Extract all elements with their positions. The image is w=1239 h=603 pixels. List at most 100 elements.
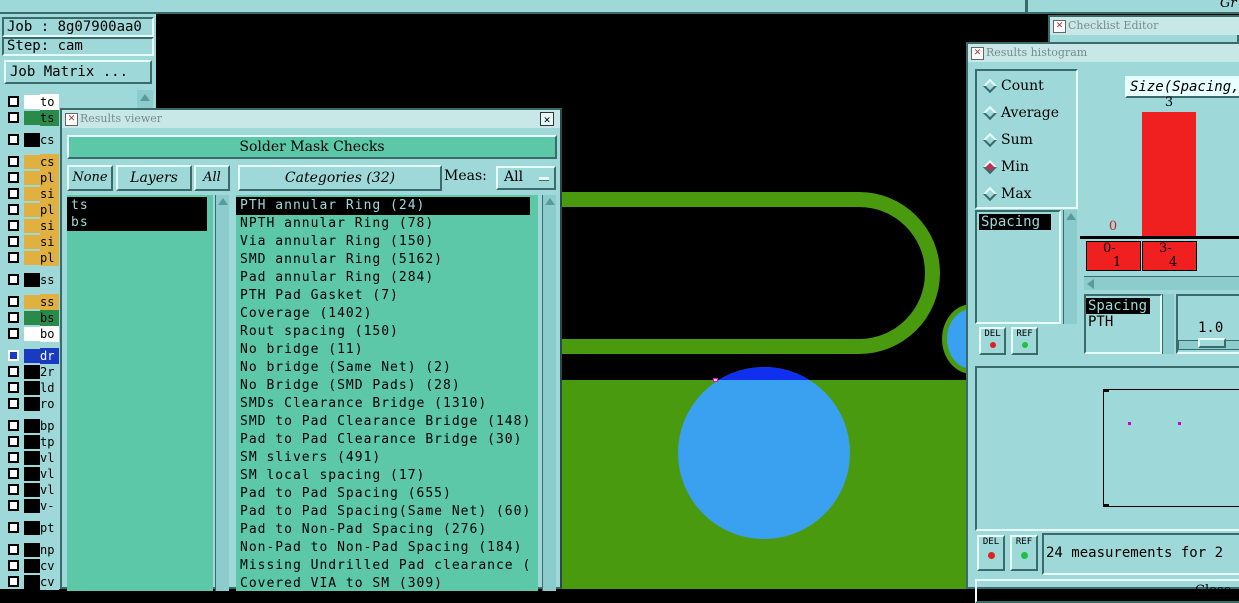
mode-option[interactable]: Max (982, 185, 1073, 205)
category-item[interactable]: NPTH annular Ring (78) (236, 215, 538, 233)
close-icon[interactable]: ✕ (540, 112, 554, 126)
category-item[interactable]: SM local spacing (17) (236, 467, 538, 485)
categories-scrollbar[interactable] (542, 195, 556, 591)
layer-row[interactable]: ts (3, 110, 59, 126)
layer-label[interactable]: cv (40, 574, 59, 590)
layer-label[interactable]: pl (40, 170, 59, 186)
layer-row[interactable]: ld (3, 380, 59, 396)
category-item[interactable]: SMD to Pad Clearance Bridge (148) (236, 413, 538, 431)
results-viewer-titlebar[interactable]: ✕ Results viewer (62, 110, 560, 128)
layer-row[interactable]: pl (3, 170, 59, 186)
layer-row[interactable]: tp (3, 434, 59, 450)
layer-row[interactable]: pl (3, 250, 59, 266)
scroll-up-icon[interactable] (217, 198, 228, 205)
layer-row[interactable]: v- (3, 498, 59, 514)
window-menu-icon[interactable]: ✕ (65, 113, 78, 126)
radio-button[interactable] (982, 132, 998, 148)
layer-row[interactable]: si (3, 218, 59, 234)
layer-checkbox[interactable] (8, 522, 19, 533)
layer-label[interactable]: ts (40, 110, 59, 126)
layer-checkbox[interactable] (8, 468, 19, 479)
scroll-up-icon[interactable] (544, 198, 555, 205)
layer-checkbox[interactable] (8, 252, 19, 263)
category-item[interactable]: SMD annular Ring (5162) (236, 251, 538, 269)
layer-label[interactable]: vl (40, 466, 59, 482)
category-item[interactable]: Via annular Ring (150) (236, 233, 538, 251)
layer-checkbox[interactable] (8, 436, 19, 447)
layer-row[interactable]: vl (3, 450, 59, 466)
category-item[interactable]: PTH Pad Gasket (7) (236, 287, 538, 305)
cad-canvas[interactable] (560, 14, 970, 589)
category-item[interactable]: PTH annular Ring (24) (236, 197, 530, 215)
layer-row[interactable]: vl (3, 466, 59, 482)
layer-row[interactable]: vl (3, 482, 59, 498)
layer-row[interactable]: bp (3, 418, 59, 434)
bin-label[interactable]: 3- 4 (1142, 241, 1197, 271)
layer-label[interactable]: 2r (40, 364, 59, 380)
layer-label[interactable]: vl (40, 450, 59, 466)
category-item[interactable]: Coverage (1402) (236, 305, 538, 323)
layer-label[interactable]: bp (40, 418, 59, 434)
slider-thumb[interactable] (1198, 338, 1226, 348)
window-menu-icon[interactable]: ✕ (971, 47, 984, 60)
layer-list-item[interactable]: bs (67, 214, 207, 231)
layer-label[interactable]: to (40, 94, 59, 110)
all-button[interactable]: All (194, 165, 230, 191)
layer-row[interactable]: to (3, 94, 59, 110)
histogram-hscroll[interactable] (1084, 276, 1239, 290)
histogram-titlebar[interactable]: ✕ Results histogram (968, 44, 1239, 62)
layer-checkbox[interactable] (8, 544, 19, 555)
layer-row[interactable]: cs (3, 132, 59, 148)
layer-row[interactable]: pl (3, 202, 59, 218)
layer-row[interactable]: cs (3, 154, 59, 170)
radio-button[interactable] (982, 78, 998, 94)
layer-label[interactable]: ld (40, 380, 59, 396)
layer-list-item[interactable]: ts (67, 197, 207, 214)
histogram-bar[interactable] (1142, 112, 1196, 236)
pth-item[interactable]: PTH (1086, 314, 1160, 330)
category-item[interactable]: Pad to Pad Spacing (655) (236, 485, 538, 503)
layer-checkbox[interactable] (8, 312, 19, 323)
layer-checkbox[interactable] (8, 296, 19, 307)
layer-row[interactable]: bo (3, 326, 59, 342)
radio-button[interactable] (982, 186, 998, 202)
layer-row[interactable]: ss (3, 294, 59, 310)
categories-button[interactable]: Categories (32) (238, 165, 442, 191)
layer-label[interactable]: si (40, 234, 59, 250)
layer-checkbox[interactable] (8, 236, 19, 247)
layer-checkbox[interactable] (8, 366, 19, 377)
category-item[interactable]: Pad to Non-Pad Spacing (276) (236, 521, 538, 539)
spacing-item[interactable]: Spacing (1086, 298, 1150, 314)
layer-row[interactable]: si (3, 234, 59, 250)
layer-label[interactable]: cs (40, 132, 59, 148)
layer-row[interactable]: cv (3, 558, 59, 574)
layers-button[interactable]: Layers (116, 165, 192, 191)
layer-label[interactable]: dr (40, 348, 59, 364)
layer-label[interactable]: np (40, 542, 59, 558)
category-item[interactable]: No bridge (11) (236, 341, 538, 359)
job-matrix-button[interactable]: Job Matrix ... (4, 60, 152, 84)
none-button[interactable]: None (67, 165, 113, 191)
category-item[interactable]: Missing Undrilled Pad clearance ( (236, 557, 538, 575)
spacing-listbox[interactable]: Spacing PTH (1084, 294, 1162, 354)
mode-option[interactable]: Min (982, 158, 1073, 178)
categories-listbox[interactable]: PTH annular Ring (24) NPTH annular Ring (… (236, 195, 538, 591)
category-item[interactable]: Rout spacing (150) (236, 323, 538, 341)
layer-label[interactable]: cv (40, 558, 59, 574)
category-item[interactable]: Pad to Pad Clearance Bridge (30) (236, 431, 538, 449)
layer-label[interactable]: ss (40, 294, 59, 310)
measure-scrollbar[interactable] (1063, 210, 1077, 324)
layer-checkbox[interactable] (8, 560, 19, 571)
layer-checkbox[interactable] (8, 134, 19, 145)
layer-label[interactable]: v- (40, 498, 59, 514)
mode-option[interactable]: Count (982, 77, 1073, 97)
layer-row[interactable]: ro (3, 396, 59, 412)
scroll-up-icon[interactable] (140, 94, 150, 101)
layer-label[interactable]: pl (40, 250, 59, 266)
layer-checkbox[interactable] (8, 484, 19, 495)
layer-row[interactable]: 2r (3, 364, 59, 380)
radio-button[interactable] (982, 159, 998, 175)
layer-row[interactable]: ss (3, 272, 59, 288)
layer-checkbox[interactable] (8, 172, 19, 183)
layer-checkbox[interactable] (8, 204, 19, 215)
